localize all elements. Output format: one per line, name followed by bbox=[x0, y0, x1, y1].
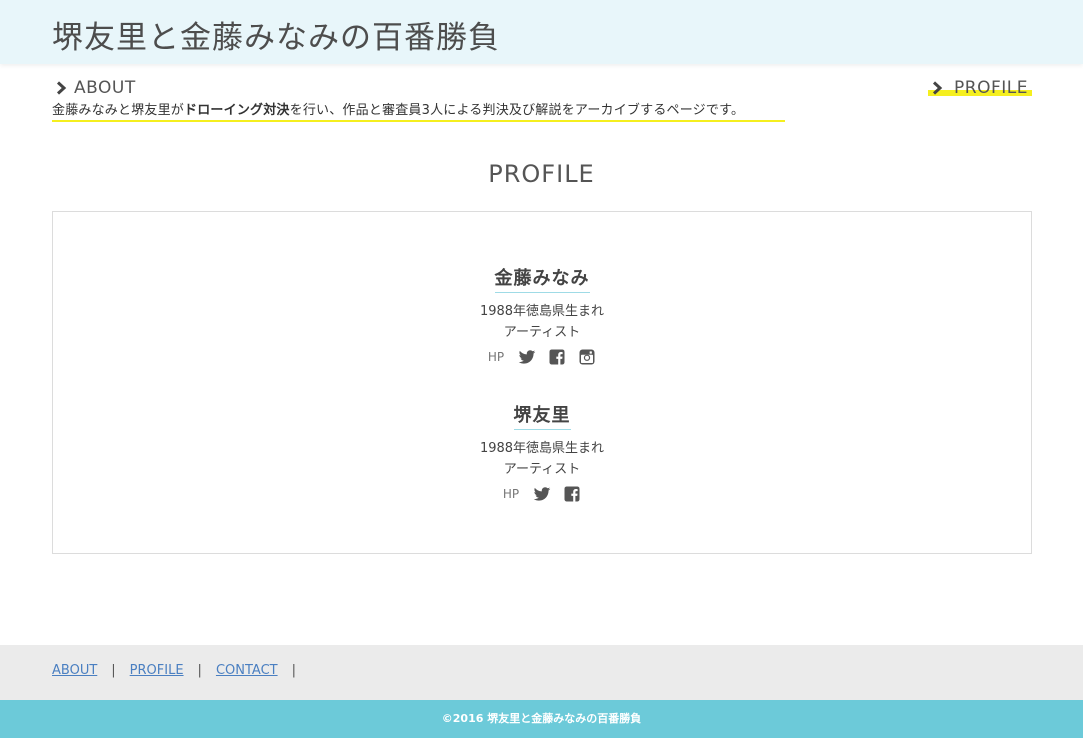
hp-link[interactable]: HP bbox=[488, 350, 504, 364]
nav-about-link[interactable]: ABOUT bbox=[52, 78, 136, 98]
profile-entry: 堺友里 1988年徳島県生まれ アーティスト HP bbox=[53, 401, 1031, 503]
tagline-bold: ドローイング対決 bbox=[184, 103, 290, 118]
twitter-icon[interactable] bbox=[533, 485, 551, 503]
profile-birth: 1988年徳島県生まれ bbox=[479, 304, 605, 319]
footer-link-about[interactable]: ABOUT bbox=[52, 663, 97, 678]
hp-link[interactable]: HP bbox=[503, 487, 519, 501]
profile-entry: 金藤みなみ 1988年徳島県生まれ アーティスト HP bbox=[53, 264, 1031, 366]
footer-separator: | bbox=[111, 663, 116, 678]
copyright-text: ©2016 堺友里と金藤みなみの百番勝負 bbox=[441, 712, 642, 725]
nav-profile-label: PROFILE bbox=[954, 78, 1028, 98]
twitter-icon[interactable] bbox=[518, 348, 536, 366]
footer-link-profile[interactable]: PROFILE bbox=[130, 663, 184, 678]
instagram-icon[interactable] bbox=[578, 348, 596, 366]
tagline-prefix: 金藤みなみと堺友里が bbox=[52, 103, 185, 118]
chevron-right-icon bbox=[54, 81, 68, 95]
nav-profile-link[interactable]: PROFILE bbox=[928, 78, 1032, 98]
profile-role: アーティスト bbox=[503, 325, 581, 340]
facebook-icon[interactable] bbox=[548, 348, 566, 366]
copyright-bar: ©2016 堺友里と金藤みなみの百番勝負 bbox=[0, 700, 1083, 738]
profile-birth: 1988年徳島県生まれ bbox=[479, 441, 605, 456]
footer-links: ABOUT | PROFILE | CONTACT | bbox=[52, 663, 310, 678]
site-tagline: 金藤みなみと堺友里がドローイング対決を行い、作品と審査員3人による判決及び解説を… bbox=[52, 102, 785, 122]
chevron-right-icon bbox=[930, 81, 944, 95]
site-title[interactable]: 堺友里と金藤みなみの百番勝負 bbox=[52, 12, 500, 57]
profile-role: アーティスト bbox=[503, 462, 581, 477]
profile-name: 堺友里 bbox=[513, 401, 571, 430]
tagline-suffix: を行い、作品と審査員3人による判決及び解説をアーカイブするページです。 bbox=[289, 103, 745, 118]
profile-card: 金藤みなみ 1988年徳島県生まれ アーティスト HP 堺友里 1988年徳島県… bbox=[52, 211, 1032, 554]
facebook-icon[interactable] bbox=[563, 485, 581, 503]
footer-separator: | bbox=[291, 663, 296, 678]
site-header: 堺友里と金藤みなみの百番勝負 bbox=[0, 0, 1083, 64]
profile-links: HP bbox=[53, 485, 1031, 503]
footer-link-contact[interactable]: CONTACT bbox=[216, 663, 278, 678]
footer-nav: ABOUT | PROFILE | CONTACT | bbox=[0, 645, 1083, 700]
nav-about-label: ABOUT bbox=[74, 78, 136, 98]
profile-name: 金藤みなみ bbox=[494, 264, 590, 293]
page-title: PROFILE bbox=[488, 160, 595, 188]
profile-links: HP bbox=[53, 348, 1031, 366]
footer-separator: | bbox=[197, 663, 202, 678]
